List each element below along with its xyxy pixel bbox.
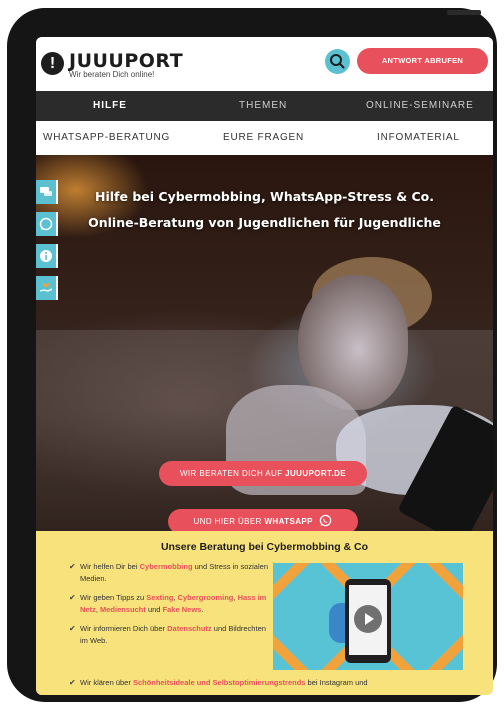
info-section-title: Unsere Beratung bei Cybermobbing & Co [160, 541, 369, 553]
primary-nav: HILFE THEMEN ONLINE-SEMINARE [36, 91, 493, 121]
whatsapp-icon [39, 217, 53, 231]
list-item: ✔ Wir geben Tipps zu Sexting, Cybergroom… [69, 593, 267, 614]
phone-video-illustration[interactable] [273, 563, 463, 670]
bullet-text: Wir klären über [80, 678, 133, 687]
list-item: ✔ Wir informieren Dich über Datenschutz … [69, 623, 269, 647]
site-header: ! JUUUPORT Wir beraten Dich online! ANTW… [36, 37, 493, 91]
info-section: Unsere Beratung bei Cybermobbing & Co ✔ … [36, 531, 493, 695]
juuuport-advice-button[interactable]: WIR BERATEN DICH AUF JUUUPORT.DE [159, 461, 367, 486]
checkmark-icon: ✔ [69, 562, 76, 571]
whatsapp-button-bold: WHATSAPP [264, 517, 313, 526]
nav-item-eure-fragen[interactable]: EURE FRAGEN [223, 121, 304, 155]
whatsapp-button-text: UND HIER ÜBER [193, 517, 265, 526]
nav-item-themen[interactable]: THEMEN [239, 91, 287, 121]
screen: ! JUUUPORT Wir beraten Dich online! ANTW… [36, 37, 493, 695]
info-icon [40, 250, 52, 262]
whatsapp-icon [320, 514, 332, 527]
link-datenschutz[interactable]: Datenschutz [167, 624, 212, 633]
search-button[interactable] [325, 49, 350, 74]
heart-hand-icon [39, 283, 53, 292]
bullet-text: Wir informieren Dich über [80, 624, 168, 633]
brand-name[interactable]: JUUUPORT [69, 50, 183, 72]
nav-item-hilfe[interactable]: HILFE [93, 91, 127, 121]
link-cybergrooming[interactable]: Cybergrooming [178, 593, 234, 602]
side-tab-chat[interactable] [36, 180, 58, 204]
whatsapp-advice-button[interactable]: UND HIER ÜBER WHATSAPP [168, 509, 358, 531]
juuuport-button-text: WIR BERATEN DICH AUF [179, 469, 286, 478]
hero-subheadline: Online-Beratung von Jugendlichen für Jug… [88, 215, 441, 230]
bullet-text: bei Instagram und [305, 678, 368, 687]
checkmark-icon: ✔ [69, 593, 76, 602]
chat-icon [40, 187, 52, 196]
link-schoenheitsideale[interactable]: Schönheitsideale und Selbstoptimierungst… [133, 678, 306, 687]
bullet-text: und [145, 605, 163, 614]
exclamation-bubble-icon[interactable]: ! [41, 52, 64, 75]
secondary-nav: WHATSAPP-BERATUNG EURE FRAGEN INFOMATERI… [36, 121, 493, 156]
link-cybermobbing[interactable]: Cybermobbing [140, 562, 193, 571]
illustration-phone-screen [349, 585, 387, 655]
link-mediensucht[interactable]: Mediensucht [100, 605, 146, 614]
side-tab-whatsapp[interactable] [36, 212, 58, 236]
nav-item-infomaterial[interactable]: INFOMATERIAL [377, 121, 460, 155]
illustration-phone [345, 579, 391, 663]
checkmark-icon: ✔ [69, 678, 76, 687]
info-bullet-list: ✔ Wir helfen Dir bei Cybermobbing und St… [69, 561, 269, 654]
hero-banner: Hilfe bei Cybermobbing, WhatsApp-Stress … [36, 155, 493, 531]
tablet-frame: ! JUUUPORT Wir beraten Dich online! ANTW… [7, 8, 497, 702]
antwort-abrufen-button[interactable]: ANTWORT ABRUFEN [357, 48, 488, 74]
nav-item-whatsapp-beratung[interactable]: WHATSAPP-BERATUNG [43, 121, 170, 155]
bullet-text: Wir helfen Dir bei [80, 562, 140, 571]
side-tab-support[interactable] [36, 276, 58, 300]
juuuport-button-bold: JUUUPORT.DE [285, 469, 346, 478]
nav-item-online-seminare[interactable]: ONLINE-SEMINARE [366, 91, 474, 121]
play-icon[interactable] [354, 605, 382, 633]
list-item: ✔ Wir klären über Schönheitsideale und S… [69, 677, 493, 689]
side-tab-info[interactable] [36, 244, 58, 268]
link-fake-news[interactable]: Fake News [163, 605, 202, 614]
tablet-side-button [447, 10, 481, 15]
search-icon [330, 54, 345, 69]
bullet-text: Wir geben Tipps zu [80, 593, 147, 602]
checkmark-icon: ✔ [69, 624, 76, 633]
hero-headline: Hilfe bei Cybermobbing, WhatsApp-Stress … [95, 189, 434, 204]
link-sexting[interactable]: Sexting [146, 593, 173, 602]
list-item: ✔ Wir helfen Dir bei Cybermobbing und St… [69, 561, 269, 585]
brand-tagline: Wir beraten Dich online! [69, 70, 155, 79]
